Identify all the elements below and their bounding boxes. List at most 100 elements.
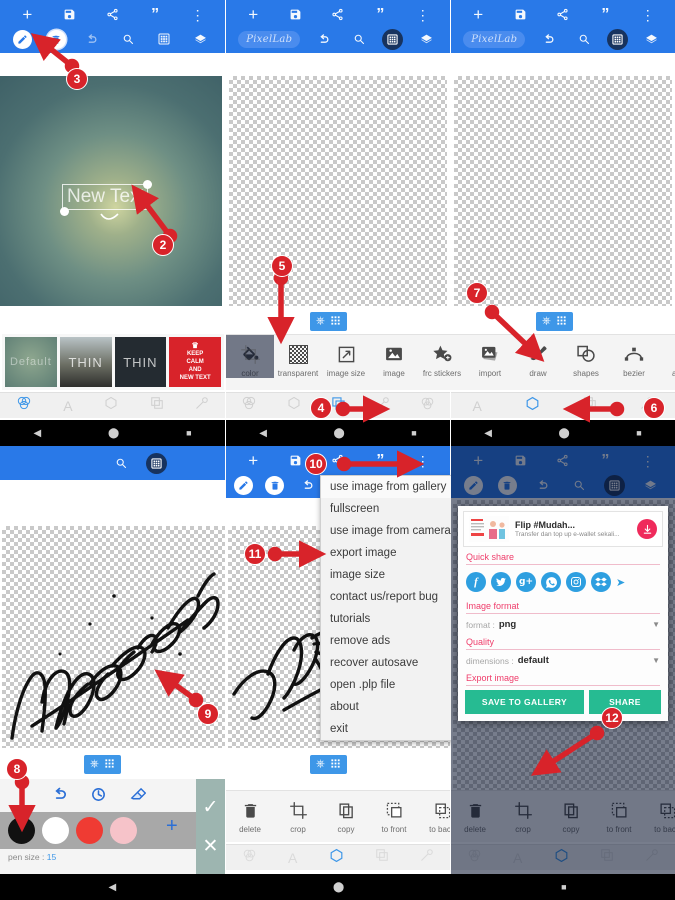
tool-shapes[interactable]: shapes	[562, 335, 610, 378]
template-thumb[interactable]: THIN	[59, 337, 112, 387]
magnet-icon[interactable]: ⎈	[542, 315, 551, 328]
overflow-menu-icon[interactable]: ⋮	[637, 451, 659, 471]
tool-bezier[interactable]: bezier	[610, 335, 658, 378]
undo-icon[interactable]	[80, 29, 102, 49]
download-icon[interactable]	[637, 519, 657, 539]
obj-crop[interactable]: crop	[274, 791, 322, 834]
tab-blend[interactable]	[467, 848, 482, 868]
draw-confirm-panel[interactable]: ✓ ✕	[196, 779, 225, 874]
tab-blend-2[interactable]	[420, 396, 435, 416]
tool-draw[interactable]: draw	[514, 335, 562, 378]
text-handle-left[interactable]	[60, 207, 69, 216]
swatch-red[interactable]	[76, 817, 103, 844]
grid-snap-icon[interactable]	[330, 756, 341, 774]
grid-icon[interactable]	[146, 452, 167, 474]
menu-item[interactable]: use image from camera	[321, 520, 452, 542]
add-icon[interactable]: +	[16, 5, 38, 25]
format-selector[interactable]: format : png ▼	[458, 614, 668, 632]
tab-blend[interactable]	[241, 395, 257, 416]
obj-to-back[interactable]: to back	[418, 791, 450, 834]
tab-duplicate[interactable]	[375, 848, 389, 867]
undo-icon[interactable]	[538, 29, 560, 49]
magnet-icon[interactable]: ⎈	[316, 758, 325, 771]
zoom-icon[interactable]	[568, 475, 590, 495]
nav-home-icon[interactable]: ⬤	[333, 882, 344, 893]
obj-delete[interactable]: delete	[451, 791, 499, 834]
snap-toolbar[interactable]: ⎈	[84, 755, 121, 774]
quote-icon[interactable]: ”	[369, 451, 391, 471]
zoom-icon[interactable]	[348, 29, 370, 49]
layers-icon[interactable]	[641, 29, 663, 49]
tab-text[interactable]: A	[63, 398, 72, 414]
google-plus-icon[interactable]: g+	[516, 572, 536, 592]
quote-icon[interactable]: ”	[594, 5, 616, 25]
undo-icon[interactable]	[313, 29, 335, 49]
layer-tabs-row[interactable]: A	[451, 392, 675, 418]
tool-transparent[interactable]: transparent	[274, 335, 322, 378]
delete-trash-icon[interactable]	[497, 475, 517, 495]
obj-to-back[interactable]: to back	[643, 791, 675, 834]
dimensions-selector[interactable]: dimensions : default ▼	[458, 650, 668, 668]
snap-toolbar[interactable]: ⎈	[536, 312, 573, 331]
tool-frc-stickers[interactable]: frc stickers	[418, 335, 466, 378]
swatch-pink[interactable]	[110, 817, 137, 844]
undo-icon[interactable]	[51, 786, 68, 808]
obj-delete[interactable]: delete	[226, 791, 274, 834]
dropbox-icon[interactable]	[591, 572, 611, 592]
add-icon[interactable]: +	[242, 451, 264, 471]
zoom-icon[interactable]	[573, 29, 595, 49]
share-icon[interactable]	[101, 5, 123, 25]
save-icon[interactable]	[285, 5, 307, 25]
more-share-icon[interactable]: ➤	[616, 576, 625, 589]
overflow-menu-icon[interactable]: ⋮	[412, 5, 434, 25]
tool-import[interactable]: import	[466, 335, 514, 378]
android-nav-bar[interactable]: ◀ ⬤ ■	[451, 420, 675, 446]
grid-icon[interactable]	[607, 28, 629, 50]
layer-tabs-row[interactable]: A	[0, 392, 225, 418]
tab-duplicate[interactable]	[600, 848, 614, 867]
menu-item[interactable]: use image from gallery	[321, 476, 452, 498]
close-icon[interactable]: ✕	[203, 835, 219, 858]
menu-item[interactable]: fullscreen	[321, 498, 452, 520]
tab-shape[interactable]	[287, 396, 301, 415]
template-thumb[interactable]: ♛ KEEP CALM AND NEW TEXT	[169, 337, 221, 387]
zoom-icon[interactable]	[117, 29, 139, 49]
undo-icon[interactable]	[296, 475, 318, 495]
facebook-icon[interactable]: f	[466, 572, 486, 592]
text-handle-right[interactable]	[143, 180, 152, 189]
edit-pen-icon[interactable]	[464, 475, 484, 495]
grid-icon[interactable]	[153, 29, 175, 49]
main-toolbar[interactable]: color transparent image size crop image	[226, 334, 675, 390]
tab-shape[interactable]	[525, 396, 540, 416]
save-icon[interactable]	[285, 451, 307, 471]
nav-recents-icon[interactable]: ■	[186, 428, 191, 438]
editor-canvas-transparent[interactable]	[454, 76, 672, 306]
layers-icon[interactable]	[416, 29, 438, 49]
template-thumb[interactable]: Default	[5, 337, 57, 387]
nav-back-icon[interactable]: ◀	[259, 428, 267, 439]
overflow-menu-icon[interactable]: ⋮	[412, 451, 434, 471]
editor-canvas-gradient[interactable]: New Text	[0, 76, 222, 306]
layers-icon[interactable]	[640, 475, 662, 495]
obj-copy[interactable]: copy	[322, 791, 370, 834]
draw-canvas[interactable]	[2, 526, 225, 748]
overflow-menu-icon[interactable]: ⋮	[637, 5, 659, 25]
tool-arrow[interactable]: arrow	[658, 335, 675, 378]
nav-recents-icon[interactable]: ■	[561, 882, 566, 892]
nav-recents-icon[interactable]: ■	[636, 428, 641, 438]
quote-icon[interactable]: ”	[369, 5, 391, 25]
overflow-dropdown-menu[interactable]: use image from gallery fullscreen use im…	[320, 475, 453, 741]
nav-home-icon[interactable]: ⬤	[334, 428, 345, 439]
grid-snap-icon[interactable]	[556, 313, 567, 331]
object-toolbar[interactable]: delete crop copy to front to back positi…	[451, 790, 675, 842]
add-icon[interactable]: +	[242, 5, 264, 25]
quick-share-row[interactable]: f g+ ➤	[458, 565, 668, 596]
nav-back-icon[interactable]: ◀	[108, 882, 116, 893]
android-nav-bar[interactable]: ◀ ⬤ ■	[226, 420, 450, 446]
delete-trash-icon[interactable]	[46, 29, 66, 49]
magnet-icon[interactable]: ⎈	[316, 315, 325, 328]
magnet-icon[interactable]: ⎈	[90, 758, 99, 771]
tab-duplicate[interactable]	[583, 396, 597, 415]
snap-toolbar[interactable]: ⎈	[310, 755, 347, 774]
twitter-icon[interactable]	[491, 572, 511, 592]
